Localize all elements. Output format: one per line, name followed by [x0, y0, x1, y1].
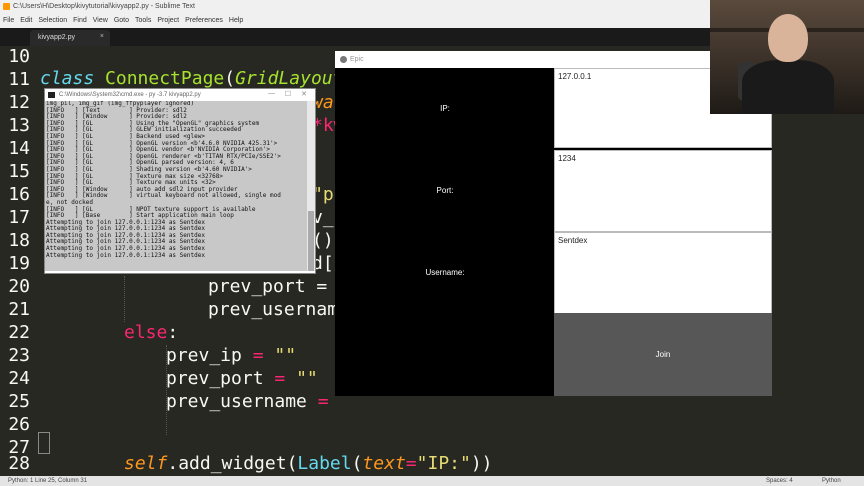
menu-preferences[interactable]: Preferences: [182, 14, 226, 28]
code-text: =: [263, 368, 297, 389]
webcam-overlay: [710, 0, 864, 114]
class-name: ConnectPage: [105, 68, 225, 89]
code-text: "": [296, 368, 318, 389]
code-line-21: prev_usernam: [208, 299, 338, 320]
close-icon[interactable]: ✕: [301, 90, 307, 98]
line-number: 17: [8, 207, 30, 228]
ip-label: IP:: [440, 104, 450, 113]
line-number: 11: [8, 69, 30, 90]
port-label: Port:: [436, 186, 454, 195]
line-number: 24: [8, 368, 30, 389]
menu-help[interactable]: Help: [226, 14, 246, 28]
status-syntax[interactable]: Python: [822, 478, 841, 484]
menu-goto[interactable]: Goto: [111, 14, 132, 28]
line-number-gutter: 10 11 12 13 14 15 16 17 18 19 20 21 22 2…: [0, 46, 34, 476]
line-number: 28: [8, 453, 30, 474]
status-position: Python: 1 Line 25, Column 31: [8, 478, 88, 484]
indent-guide: [124, 276, 125, 322]
port-input-value: 1234: [558, 154, 576, 163]
code-text: prev_port =: [208, 276, 339, 297]
status-bar: Python: 1 Line 25, Column 31 Spaces: 4 P…: [0, 476, 864, 486]
line-number: 10: [8, 46, 30, 67]
code-text: text: [362, 453, 406, 474]
tab-close-icon[interactable]: ×: [100, 33, 104, 40]
line-number: 12: [8, 92, 30, 113]
menu-tools[interactable]: Tools: [132, 14, 154, 28]
menu-view[interactable]: View: [90, 14, 111, 28]
code-line-20: prev_port =: [208, 276, 338, 297]
line-number: 21: [8, 299, 30, 320]
menu-selection[interactable]: Selection: [35, 14, 70, 28]
line-number: 15: [8, 161, 30, 182]
kivy-app-window[interactable]: Epic × IP: 127.0.0.1 Port: 1234 Username…: [335, 51, 772, 396]
window-title: C:\Users\H\Desktop\kivytutorial\kivyapp2…: [13, 3, 195, 10]
presenter-face: [768, 14, 808, 62]
code-text: prev_username: [166, 391, 307, 412]
code-line-25: prev_username =: [166, 391, 339, 412]
cmd-output: img_pil, img_gif (img_ffpyplayer ignored…: [45, 101, 307, 271]
tab-label: kivyapp2.py: [38, 34, 75, 41]
cmd-title-bar[interactable]: C:\Windows\System32\cmd.exe - py -3.7 ki…: [45, 89, 315, 101]
code-text: :: [167, 322, 179, 343]
menu-project[interactable]: Project: [154, 14, 182, 28]
menu-file[interactable]: File: [0, 14, 17, 28]
code-text: Label: [297, 453, 352, 474]
ip-input-value: 127.0.0.1: [558, 72, 592, 81]
maximize-icon[interactable]: ☐: [285, 90, 291, 98]
line-number: 22: [8, 322, 30, 343]
keyword-else: else: [124, 322, 168, 343]
code-line-28: self.add_widget(Label(text="IP:")): [124, 453, 493, 474]
username-input[interactable]: Sentdex: [554, 232, 772, 314]
menu-edit[interactable]: Edit: [17, 14, 35, 28]
code-text: (: [351, 453, 363, 474]
kivy-title: Epic: [350, 56, 364, 63]
presenter-body: [742, 60, 834, 114]
line-number: 18: [8, 230, 30, 251]
base-class: GridLayout: [235, 68, 344, 89]
code-line-23: prev_ip = "": [166, 345, 296, 366]
paren: (: [224, 68, 236, 89]
code-line-22: else:: [124, 322, 178, 343]
line-number: 14: [8, 138, 30, 159]
cmd-scrollbar-thumb[interactable]: [308, 211, 314, 271]
kivy-app-icon: [340, 56, 347, 63]
sublime-app-icon: [3, 3, 10, 10]
menu-find[interactable]: Find: [70, 14, 90, 28]
code-text: .add_widget(: [167, 453, 298, 474]
cmd-scrollbar[interactable]: [307, 101, 315, 271]
line-number: 13: [8, 115, 30, 136]
tab-kivyapp2[interactable]: kivyapp2.py ×: [30, 30, 110, 46]
line-number: 25: [8, 391, 30, 412]
username-input-value: Sentdex: [558, 236, 588, 245]
minimize-icon[interactable]: —: [268, 90, 275, 97]
code-text: =: [241, 345, 275, 366]
code-text: prev_port: [166, 368, 264, 389]
code-text: "": [274, 345, 297, 366]
line-number: 19: [8, 253, 30, 274]
kivy-title-bar[interactable]: Epic ×: [335, 51, 772, 68]
code-line-10: class ConnectPage(GridLayout: [40, 68, 343, 89]
cmd-output-line: Attempting to join 127.0.0.1:1234 as Sen…: [46, 251, 205, 259]
line-number: 16: [8, 184, 30, 205]
text-cursor-block: [38, 432, 50, 454]
code-text: prev_ip: [166, 345, 242, 366]
code-line-24: prev_port = "": [166, 368, 318, 389]
keyword-class: class: [40, 68, 95, 89]
line-number: 20: [8, 276, 30, 297]
line-number: 26: [8, 414, 30, 435]
code-text: prev_usernam: [208, 299, 339, 320]
code-text: self: [124, 453, 168, 474]
join-button[interactable]: Join: [554, 313, 772, 396]
cmd-title: C:\Windows\System32\cmd.exe - py -3.7 ki…: [59, 92, 201, 98]
port-input[interactable]: 1234: [554, 150, 772, 232]
cmd-icon: [48, 92, 55, 98]
cmd-window[interactable]: C:\Windows\System32\cmd.exe - py -3.7 ki…: [44, 88, 316, 274]
username-label: Username:: [425, 268, 465, 277]
status-indentation[interactable]: Spaces: 4: [766, 478, 793, 484]
code-text: "IP:": [416, 453, 471, 474]
code-text: =: [405, 453, 417, 474]
code-text: )): [470, 453, 493, 474]
line-number: 23: [8, 345, 30, 366]
